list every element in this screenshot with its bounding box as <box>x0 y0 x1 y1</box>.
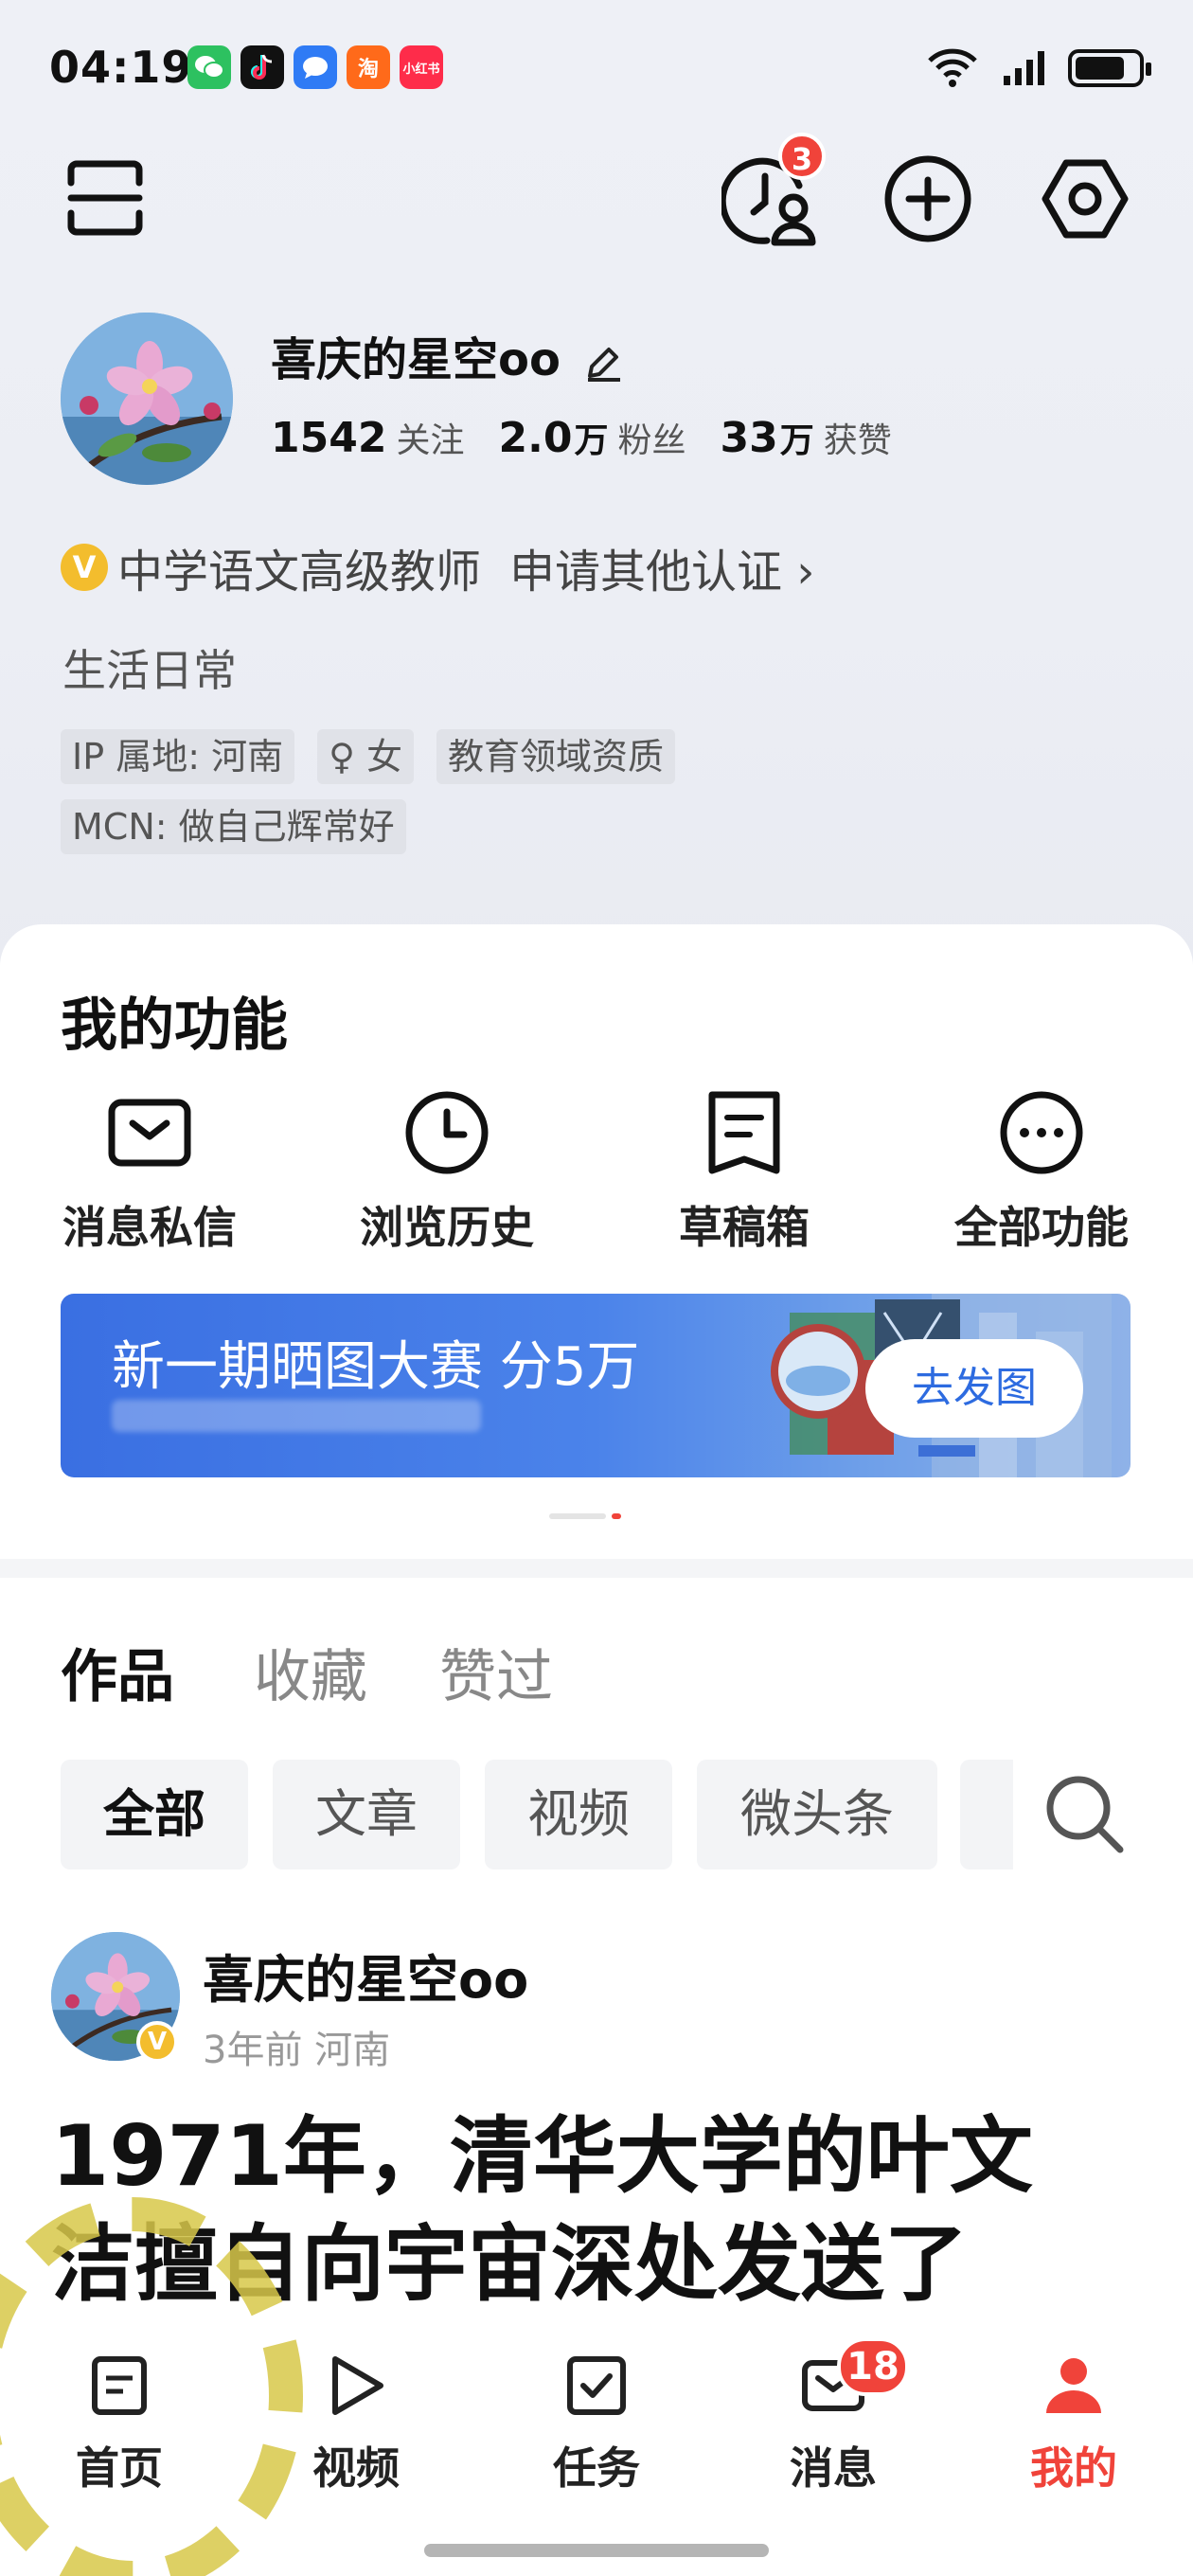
message-count-badge: 18 <box>837 2337 909 2396</box>
gender-tag: ♀ 女 <box>317 729 415 784</box>
scan-icon <box>67 160 143 236</box>
profile-icon <box>1046 2358 1101 2413</box>
mcn-tag[interactable]: MCN: 做自己辉常好 <box>61 799 406 854</box>
visitor-count-badge: 3 <box>778 133 826 180</box>
nav-tasks[interactable]: 任务 <box>502 2343 691 2496</box>
flower-avatar-image <box>61 313 233 485</box>
messages-app-icon <box>294 45 337 89</box>
nav-messages[interactable]: 18 消息 <box>739 2337 928 2496</box>
wifi-icon <box>928 48 977 87</box>
video-play-icon <box>332 2356 383 2415</box>
photo-contest-banner[interactable]: 新一期晒图大赛 分5万 去发图 <box>61 1294 1131 1477</box>
filter-all[interactable]: 全部 <box>61 1760 248 1869</box>
taobao-icon: 淘 <box>347 45 390 89</box>
wechat-icon <box>187 45 231 89</box>
following-count[interactable]: 1542 <box>271 414 386 462</box>
filter-more-partial[interactable] <box>960 1760 1013 1869</box>
profile-avatar[interactable] <box>61 313 233 485</box>
tab-works[interactable]: 作品 <box>61 1631 174 1713</box>
fans-count[interactable]: 2.0 <box>498 414 572 462</box>
task-icon <box>567 2356 626 2415</box>
status-bar: 04:19 淘 小红书 <box>0 0 1193 133</box>
nav-home[interactable]: 首页 <box>25 2343 214 2496</box>
settings-hexagon-icon <box>1042 159 1129 239</box>
xiaohongshu-icon: 小红书 <box>400 45 443 89</box>
fans-label[interactable]: 粉丝 <box>617 413 686 462</box>
draft-icon <box>708 1091 780 1174</box>
status-time: 04:19 <box>49 42 193 93</box>
filter-videos[interactable]: 视频 <box>485 1760 672 1869</box>
banner-pagination <box>549 1513 621 1519</box>
tab-favorites[interactable]: 收藏 <box>254 1631 367 1713</box>
ip-location-tag: IP 属地: 河南 <box>61 729 295 784</box>
clock-icon <box>405 1091 489 1174</box>
home-indicator[interactable] <box>424 2544 769 2557</box>
signal-icon <box>1004 51 1044 85</box>
function-drafts[interactable]: 草稿箱 <box>631 1087 858 1256</box>
system-status-icons <box>924 47 1151 89</box>
education-qualification-tag[interactable]: 教育领域资质 <box>436 729 676 784</box>
battery-icon <box>1068 49 1151 87</box>
following-label[interactable]: 关注 <box>396 413 464 462</box>
nav-video[interactable]: 视频 <box>261 2343 451 2496</box>
plus-circle-icon <box>884 155 971 242</box>
post-meta: 3年前 河南 <box>203 2029 391 2072</box>
profile-tags: IP 属地: 河南 ♀ 女 教育领域资质 MCN: 做自己辉常好 <box>61 729 676 869</box>
settings-button[interactable] <box>1038 152 1132 246</box>
nav-profile-label: 我的 <box>1030 2442 1117 2494</box>
go-post-photo-button[interactable]: 去发图 <box>865 1339 1083 1438</box>
verification-title: 中学语文高级教师 <box>117 546 482 599</box>
profile-bio: 生活日常 <box>62 645 237 696</box>
nav-profile[interactable]: 我的 <box>979 2343 1168 2496</box>
apply-verification-link[interactable]: 申请其他认证 › <box>509 534 814 600</box>
visitors-button[interactable]: 3 <box>720 133 826 250</box>
more-icon <box>1000 1091 1083 1174</box>
verification-row: V 中学语文高级教师 申请其他认证 › <box>61 534 814 600</box>
filter-micro-posts[interactable]: 微头条 <box>697 1760 937 1869</box>
profile-username[interactable]: 喜庆的星空oo <box>271 322 624 388</box>
profile-stats: 1542 关注 2.0 万 粉丝 33 万 获赞 <box>271 413 926 462</box>
notification-app-icons: 淘 小红书 <box>187 45 443 89</box>
banner-subtitle-blurred <box>112 1400 481 1432</box>
tab-liked[interactable]: 赞过 <box>439 1631 553 1713</box>
banner-title: 新一期晒图大赛 分5万 <box>112 1336 640 1398</box>
post-verified-badge-icon: V <box>136 2021 178 2063</box>
mail-icon <box>108 1099 191 1167</box>
works-search-button[interactable] <box>1038 1767 1132 1862</box>
function-all[interactable]: 全部功能 <box>928 1087 1155 1256</box>
section-divider <box>0 1559 1193 1578</box>
add-button[interactable] <box>881 152 975 246</box>
verified-badge-icon: V <box>61 544 108 591</box>
function-history[interactable]: 浏览历史 <box>333 1087 561 1256</box>
likes-count[interactable]: 33 <box>720 414 777 462</box>
home-icon <box>92 2356 147 2415</box>
likes-label[interactable]: 获赞 <box>824 413 892 462</box>
douyin-icon <box>240 45 284 89</box>
post-author-name[interactable]: 喜庆的星空oo <box>203 1938 528 2012</box>
scan-button[interactable] <box>62 155 148 241</box>
edit-pencil-icon[interactable] <box>582 342 624 384</box>
fans-unit: 万 <box>574 421 609 460</box>
likes-unit: 万 <box>779 421 814 460</box>
search-icon <box>1046 1776 1124 1853</box>
my-functions-title: 我的功能 <box>61 993 288 1059</box>
filter-articles[interactable]: 文章 <box>273 1760 460 1869</box>
function-messages[interactable]: 消息私信 <box>36 1087 263 1256</box>
